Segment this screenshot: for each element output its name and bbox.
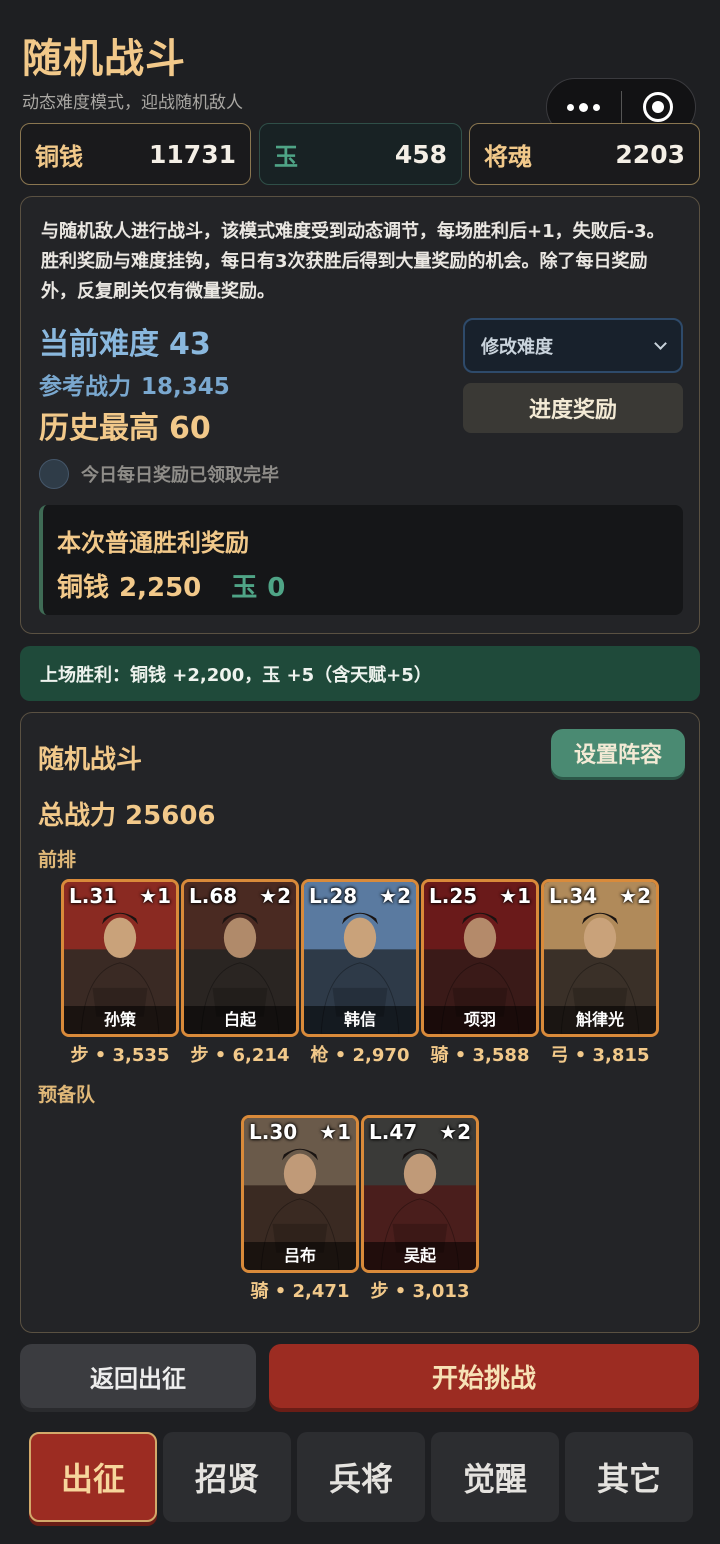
hero-type-power: 骑 • 2,471	[250, 1281, 350, 1302]
jade-counter: 玉 458	[259, 123, 462, 185]
reward-title: 本次普通胜利奖励	[57, 529, 249, 557]
bottom-tab-bar: 出征 招贤 兵将 觉醒 其它	[20, 1424, 700, 1534]
jade-value: 458	[394, 139, 447, 169]
hero-slot[interactable]: L.47 ★2 吴起步 • 3,013	[361, 1115, 479, 1303]
chevron-down-icon	[654, 336, 667, 350]
hero-slot[interactable]: L.28 ★2 韩信枪 • 2,970	[301, 879, 419, 1067]
hero-stars: ★2	[619, 884, 651, 908]
daily-reward-status: 今日每日奖励已领取完毕	[39, 459, 279, 489]
hero-type-power: 骑 • 3,588	[430, 1045, 530, 1066]
reward-copper-label: 铜钱	[57, 573, 110, 603]
hero-slot[interactable]: L.30 ★1 吕布骑 • 2,471	[241, 1115, 359, 1303]
reward-copper-value: 2,250	[119, 573, 202, 603]
victory-reward-box: 本次普通胜利奖励 铜钱 2,250 玉0	[39, 505, 683, 615]
hero-card[interactable]: L.30 ★1 吕布	[241, 1115, 359, 1273]
progress-reward-button[interactable]: 进度奖励	[463, 383, 683, 433]
power-value: 18,345	[141, 374, 230, 400]
best-value: 60	[169, 411, 211, 446]
tab-4[interactable]: 觉醒	[431, 1432, 559, 1522]
battle-title: 随机战斗	[38, 745, 143, 775]
current-difficulty: 当前难度 43	[39, 319, 211, 363]
hero-type-power: 弓 • 3,815	[550, 1045, 650, 1066]
tab-3[interactable]: 兵将	[297, 1432, 425, 1522]
best-label: 历史最高	[39, 411, 159, 446]
tab-1[interactable]: 出征	[29, 1432, 157, 1522]
copper-counter: 铜钱 11731	[20, 123, 251, 185]
power-label: 参考战力	[39, 374, 131, 400]
mode-info-card: 与随机敌人进行战斗，该模式难度受到动态调节，每场胜利后+1，失败后-3。胜利奖励…	[20, 196, 700, 634]
hero-name: 孙策	[64, 1006, 176, 1034]
hero-level: L.31	[69, 884, 118, 908]
reward-jade: 玉0	[231, 567, 285, 604]
reward-jade-value: 0	[267, 573, 286, 603]
soul-label: 将魂	[484, 142, 532, 171]
mode-description: 与随机敌人进行战斗，该模式难度受到动态调节，每场胜利后+1，失败后-3。胜利奖励…	[41, 221, 665, 302]
reserve-label: 预备队	[38, 1084, 96, 1106]
hero-stars: ★1	[499, 884, 531, 908]
hero-stars: ★2	[379, 884, 411, 908]
hero-slot[interactable]: L.25 ★1 项羽骑 • 3,588	[421, 879, 539, 1067]
hero-level: L.47	[369, 1120, 418, 1144]
hero-name: 吕布	[244, 1242, 356, 1270]
hero-level: L.68	[189, 884, 238, 908]
hero-stars: ★1	[319, 1120, 351, 1144]
hero-type-power: 枪 • 2,970	[310, 1045, 410, 1066]
hero-type-power: 步 • 6,214	[190, 1045, 290, 1066]
soul-value: 2203	[615, 139, 685, 169]
difficulty-select[interactable]: 修改难度	[463, 318, 683, 373]
best-record: 历史最高 60	[39, 403, 211, 447]
front-row-label: 前排	[38, 849, 77, 871]
hero-slot[interactable]: L.31 ★1 孙策步 • 3,535	[61, 879, 179, 1067]
hero-level: L.34	[549, 884, 598, 908]
hero-card[interactable]: L.28 ★2 韩信	[301, 879, 419, 1037]
start-challenge-button[interactable]: 开始挑战	[269, 1344, 699, 1408]
daily-reward-checkbox[interactable]	[39, 459, 69, 489]
hero-name: 项羽	[424, 1006, 536, 1034]
reference-power: 参考战力 18,345	[39, 367, 230, 401]
total-power: 总战力 25606	[38, 801, 216, 831]
tab-5[interactable]: 其它	[565, 1432, 693, 1522]
hero-stars: ★1	[139, 884, 171, 908]
hero-name: 吴起	[364, 1242, 476, 1270]
hero-level: L.25	[429, 884, 478, 908]
hero-type-power: 步 • 3,535	[70, 1045, 170, 1066]
hero-card[interactable]: L.31 ★1 孙策	[61, 879, 179, 1037]
hero-name: 白起	[184, 1006, 296, 1034]
difficulty-value: 43	[169, 327, 211, 362]
difficulty-label: 当前难度	[39, 327, 159, 362]
hero-level: L.28	[309, 884, 358, 908]
set-lineup-button[interactable]: 设置阵容	[551, 729, 685, 777]
hero-card[interactable]: L.25 ★1 项羽	[421, 879, 539, 1037]
copper-label: 铜钱	[35, 142, 83, 171]
hero-card[interactable]: L.34 ★2 斛律光	[541, 879, 659, 1037]
hero-name: 韩信	[304, 1006, 416, 1034]
battle-lineup-card: 随机战斗 设置阵容 总战力 25606 前排 预备队 L.31 ★1 孙策步 • 3…	[20, 712, 700, 1333]
tab-2[interactable]: 招贤	[163, 1432, 291, 1522]
hero-stars: ★2	[439, 1120, 471, 1144]
back-to-expedition-button[interactable]: 返回出征	[20, 1344, 256, 1408]
last-victory-banner: 上场胜利：铜钱 +2,200，玉 +5（含天赋+5）	[20, 646, 700, 701]
daily-reward-text: 今日每日奖励已领取完毕	[81, 465, 279, 486]
page-subtitle: 动态难度模式，迎战随机敌人	[22, 93, 243, 113]
soul-counter: 将魂 2203	[469, 123, 700, 185]
hero-stars: ★2	[259, 884, 291, 908]
copper-value: 11731	[149, 139, 236, 169]
reward-copper: 铜钱 2,250	[57, 567, 201, 604]
jade-label: 玉	[274, 142, 298, 171]
hero-card[interactable]: L.47 ★2 吴起	[361, 1115, 479, 1273]
reward-values: 铜钱 2,250 玉0	[57, 567, 285, 604]
reward-jade-label: 玉	[231, 573, 258, 603]
hero-slot[interactable]: L.68 ★2 白起步 • 6,214	[181, 879, 299, 1067]
page-title: 随机战斗	[22, 36, 186, 82]
hero-slot[interactable]: L.34 ★2 斛律光弓 • 3,815	[541, 879, 659, 1067]
hero-name: 斛律光	[544, 1006, 656, 1034]
hero-type-power: 步 • 3,013	[370, 1281, 470, 1302]
hero-card[interactable]: L.68 ★2 白起	[181, 879, 299, 1037]
hero-level: L.30	[249, 1120, 298, 1144]
difficulty-select-label: 修改难度	[481, 336, 553, 358]
